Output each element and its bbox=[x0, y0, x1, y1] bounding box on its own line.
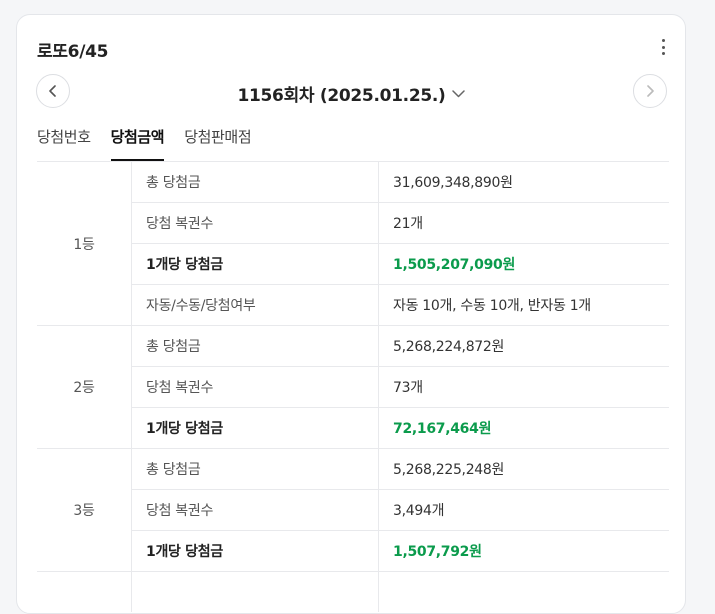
rank-cell: 1등 bbox=[37, 161, 132, 326]
row-label: 총 당첨금 bbox=[131, 161, 379, 203]
chevron-right-icon bbox=[647, 85, 654, 97]
result-tabs: 당첨번호 당첨금액 당첨판매점 bbox=[37, 125, 271, 163]
card-title: 로또6/45 bbox=[37, 42, 109, 62]
row-label: 1개당 당첨금 bbox=[131, 530, 379, 572]
table-row: 당첨 복권수 3,494개 bbox=[37, 489, 669, 531]
prize-table: 1등 총 당첨금 31,609,348,890원 당첨 복권수 21개 1개당 … bbox=[37, 161, 669, 612]
row-label: 당첨 복권수 bbox=[131, 202, 379, 244]
rank-cell: 2등 bbox=[37, 325, 132, 449]
more-vertical-icon[interactable] bbox=[655, 37, 671, 57]
row-label: 자동/수동/당첨여부 bbox=[131, 284, 379, 326]
tab-winning-numbers[interactable]: 당첨번호 bbox=[37, 125, 91, 161]
row-value: 자동 10개, 수동 10개, 반자동 1개 bbox=[378, 284, 669, 326]
table-row: 1개당 당첨금 1,507,792원 bbox=[37, 530, 669, 572]
table-row: 3등 총 당첨금 5,268,225,248원 bbox=[37, 448, 669, 572]
table-row bbox=[37, 571, 669, 612]
lotto-result-card: 로또6/45 1156회차 (2025.01.25.) 당첨번호 당첨금액 당첨… bbox=[16, 14, 686, 614]
table-row: 1개당 당첨금 72,167,464원 bbox=[37, 407, 669, 449]
row-label: 1개당 당첨금 bbox=[131, 407, 379, 449]
row-value: 3,494개 bbox=[378, 489, 669, 531]
next-round-button[interactable] bbox=[633, 74, 667, 108]
per-ticket-prize: 1,505,207,090원 bbox=[378, 243, 669, 285]
table-row: 2등 총 당첨금 5,268,224,872원 bbox=[37, 325, 669, 449]
chevron-down-icon bbox=[451, 90, 465, 98]
per-ticket-prize: 72,167,464원 bbox=[378, 407, 669, 449]
row-label: 총 당첨금 bbox=[131, 325, 379, 367]
table-row: 1등 총 당첨금 31,609,348,890원 bbox=[37, 161, 669, 326]
row-label: 총 당첨금 bbox=[131, 448, 379, 490]
row-label: 1개당 당첨금 bbox=[131, 243, 379, 285]
per-ticket-prize: 1,507,792원 bbox=[378, 530, 669, 572]
table-row: 자동/수동/당첨여부 자동 10개, 수동 10개, 반자동 1개 bbox=[37, 284, 669, 326]
row-value: 73개 bbox=[378, 366, 669, 408]
tab-prize-amount[interactable]: 당첨금액 bbox=[110, 125, 165, 161]
row-value: 21개 bbox=[378, 202, 669, 244]
row-value: 5,268,224,872원 bbox=[378, 325, 669, 367]
row-label: 당첨 복권수 bbox=[131, 489, 379, 531]
row-label: 당첨 복권수 bbox=[131, 366, 379, 408]
table-row: 1개당 당첨금 1,505,207,090원 bbox=[37, 243, 669, 285]
row-value: 5,268,225,248원 bbox=[378, 448, 669, 490]
row-value: 31,609,348,890원 bbox=[378, 161, 669, 203]
selected-round-label: 1156회차 (2025.01.25.) bbox=[237, 86, 446, 106]
table-row: 당첨 복권수 73개 bbox=[37, 366, 669, 408]
round-selector[interactable]: 1156회차 (2025.01.25.) bbox=[17, 81, 685, 106]
tab-winning-stores[interactable]: 당첨판매점 bbox=[184, 125, 251, 161]
rank-cell: 3등 bbox=[37, 448, 132, 572]
table-row: 당첨 복권수 21개 bbox=[37, 202, 669, 244]
